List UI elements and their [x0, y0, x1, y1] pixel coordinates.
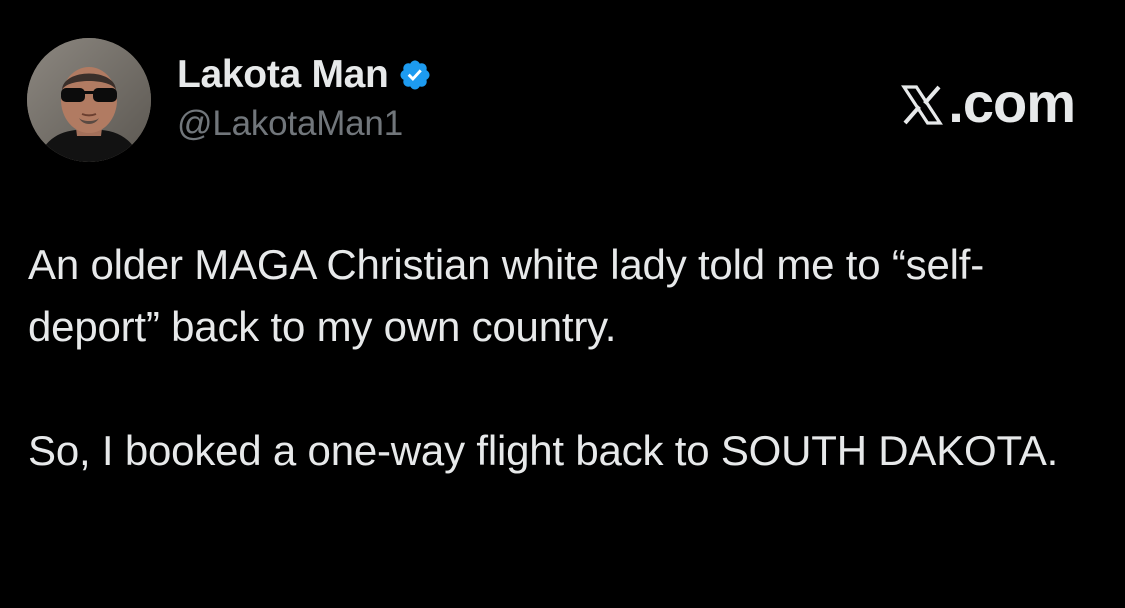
author-header: Lakota Man @LakotaMan1 — [177, 50, 432, 144]
brand-domain: .com — [948, 71, 1076, 134]
tweet-paragraph: So, I booked a one-way flight back to SO… — [28, 427, 1059, 474]
verified-badge-icon — [398, 58, 432, 92]
name-row: Lakota Man — [177, 50, 432, 100]
brand-watermark: .com — [898, 70, 1076, 135]
display-name[interactable]: Lakota Man — [177, 53, 389, 97]
tweet-card: Lakota Man @LakotaMan1 .com An older MAG… — [0, 0, 1125, 608]
user-handle[interactable]: @LakotaMan1 — [177, 104, 432, 144]
tweet-text: An older MAGA Christian white lady told … — [28, 234, 1098, 482]
x-logo-icon — [898, 78, 946, 128]
avatar[interactable] — [27, 38, 151, 162]
tweet-paragraph: An older MAGA Christian white lady told … — [28, 241, 984, 350]
